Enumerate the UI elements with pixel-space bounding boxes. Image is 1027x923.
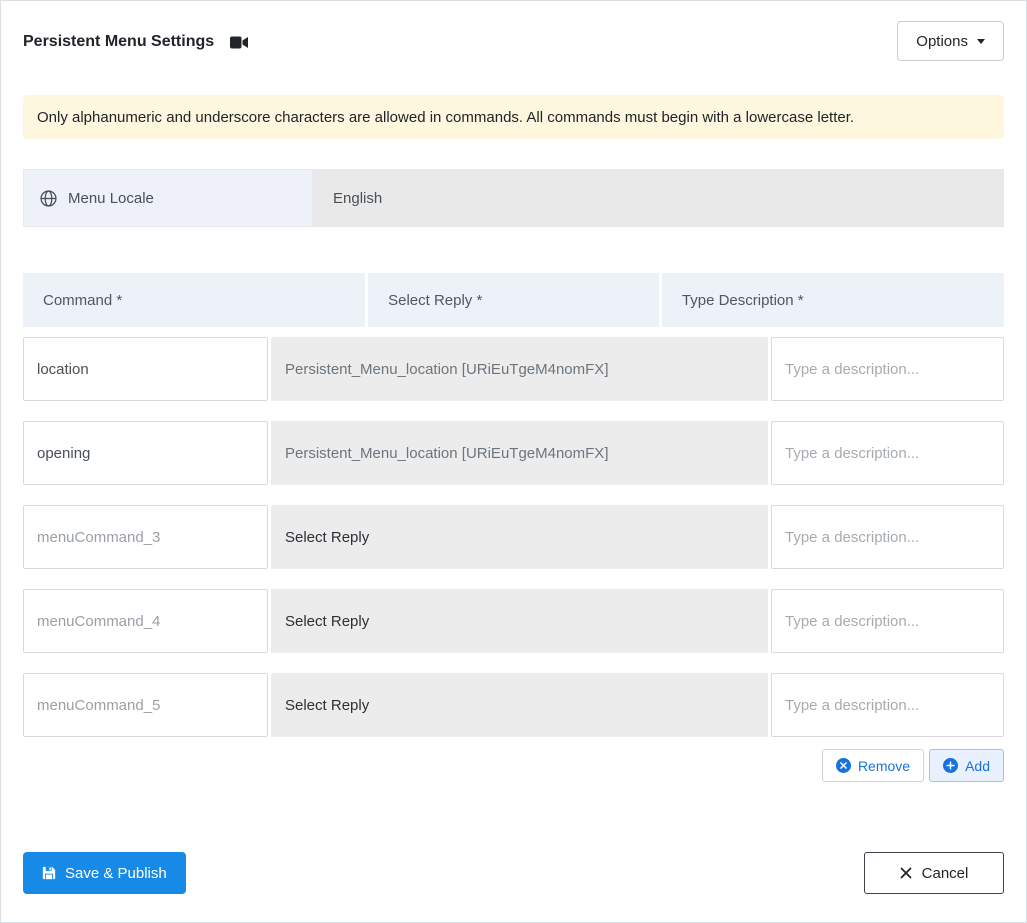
description-input[interactable] <box>771 505 1004 569</box>
alert-banner: Only alphanumeric and underscore charact… <box>23 95 1004 139</box>
description-input[interactable] <box>771 421 1004 485</box>
remove-row-button[interactable]: Remove <box>821 749 925 782</box>
cancel-button[interactable]: Cancel <box>864 852 1004 894</box>
x-circle-icon <box>835 758 851 773</box>
table-row: Select Reply <box>23 673 1004 737</box>
cancel-button-label: Cancel <box>921 864 969 882</box>
reply-select[interactable]: Persistent_Menu_location [URiEuTgeM4nomF… <box>271 421 768 485</box>
command-rows: Persistent_Menu_location [URiEuTgeM4nomF… <box>23 337 1004 737</box>
reply-select[interactable]: Select Reply <box>271 673 768 737</box>
table-row: Persistent_Menu_location [URiEuTgeM4nomF… <box>23 337 1004 401</box>
reply-select[interactable]: Persistent_Menu_location [URiEuTgeM4nomF… <box>271 337 768 401</box>
table-row: Select Reply <box>23 589 1004 653</box>
description-input[interactable] <box>771 337 1004 401</box>
add-row-button[interactable]: Add <box>929 749 1004 782</box>
save-publish-label: Save & Publish <box>65 864 167 882</box>
menu-locale-value[interactable]: English <box>313 169 1004 227</box>
menu-locale-label: Menu Locale <box>23 169 313 227</box>
command-input[interactable] <box>23 337 268 401</box>
save-publish-button[interactable]: Save & Publish <box>23 852 186 894</box>
table-row: Persistent_Menu_location [URiEuTgeM4nomF… <box>23 421 1004 485</box>
menu-locale-row: Menu Locale English <box>23 169 1004 227</box>
x-icon <box>900 867 912 879</box>
globe-icon <box>40 189 57 207</box>
column-header-select-reply: Select Reply * <box>368 273 659 327</box>
column-header-type-description: Type Description * <box>661 273 1004 327</box>
table-header: Command * Select Reply * Type Descriptio… <box>23 273 1004 327</box>
command-input[interactable] <box>23 589 268 653</box>
header: Persistent Menu Settings Options <box>23 21 1004 61</box>
description-input[interactable] <box>771 589 1004 653</box>
column-header-command: Command * <box>23 273 366 327</box>
menu-locale-label-text: Menu Locale <box>68 189 154 207</box>
add-button-label: Add <box>965 757 990 774</box>
command-input[interactable] <box>23 421 268 485</box>
description-input[interactable] <box>771 673 1004 737</box>
caret-down-icon <box>977 38 985 44</box>
reply-select[interactable]: Select Reply <box>271 589 768 653</box>
row-actions: Remove Add <box>23 749 1004 782</box>
reply-select[interactable]: Select Reply <box>271 505 768 569</box>
floppy-disk-icon <box>42 866 56 880</box>
command-input[interactable] <box>23 505 268 569</box>
options-button-label: Options <box>916 32 968 50</box>
page-title: Persistent Menu Settings <box>23 33 215 50</box>
plus-circle-icon <box>943 758 959 773</box>
video-camera-icon <box>230 36 249 49</box>
title-wrap: Persistent Menu Settings <box>23 21 249 51</box>
remove-button-label: Remove <box>857 757 911 774</box>
footer: Save & Publish Cancel <box>23 852 1004 894</box>
persistent-menu-settings-panel: Persistent Menu Settings Options Only al… <box>0 0 1027 923</box>
options-button[interactable]: Options <box>897 21 1004 61</box>
alert-message: Only alphanumeric and underscore charact… <box>37 108 855 126</box>
table-row: Select Reply <box>23 505 1004 569</box>
command-input[interactable] <box>23 673 268 737</box>
